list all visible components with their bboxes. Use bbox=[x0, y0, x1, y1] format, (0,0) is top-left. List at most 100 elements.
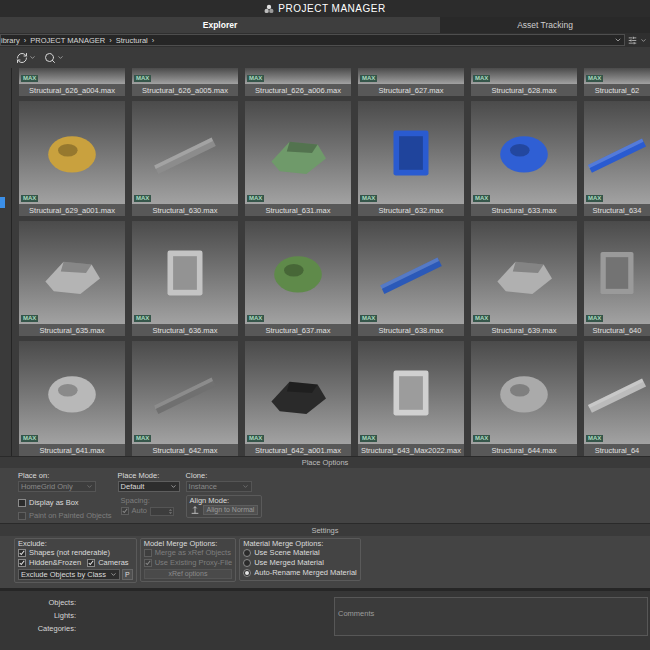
asset-card[interactable]: MAXStructural_640 bbox=[584, 221, 650, 336]
checkbox-label: Hidden&Frozen bbox=[29, 558, 81, 568]
asset-card[interactable]: MAXStructural_62 bbox=[584, 68, 650, 96]
tab[interactable]: Asset Tracking bbox=[440, 17, 650, 33]
asset-thumbnail: MAX bbox=[584, 101, 650, 204]
asset-card[interactable]: MAXStructural_627.max bbox=[358, 68, 464, 96]
checkbox-box[interactable] bbox=[144, 549, 152, 557]
exclude-checkbox[interactable]: Shapes (not renderable) bbox=[18, 548, 133, 558]
asset-name: Structural_644.max bbox=[471, 444, 577, 456]
asset-card[interactable]: MAXStructural_643_Max2022.max bbox=[358, 341, 464, 456]
refresh-button[interactable] bbox=[16, 52, 36, 64]
settings-panel: Exclude:Shapes (not renderable)Hidden&Fr… bbox=[0, 536, 650, 588]
asset-card[interactable]: MAXStructural_628.max bbox=[471, 68, 577, 96]
asset-card[interactable]: MAXStructural_626_a005.max bbox=[132, 68, 238, 96]
asset-thumbnail: MAX bbox=[245, 101, 351, 204]
format-badge: MAX bbox=[473, 435, 490, 442]
comments-box[interactable]: Comments bbox=[334, 597, 648, 636]
chevron-down-icon[interactable] bbox=[640, 37, 647, 44]
model-merge-checkbox[interactable]: Use Existing Proxy-File bbox=[144, 558, 233, 568]
asset-card[interactable]: MAXStructural_635.max bbox=[19, 221, 125, 336]
xref-options-button[interactable]: xRef options bbox=[144, 569, 233, 579]
model-thumbnail-icon bbox=[146, 238, 224, 308]
asset-card[interactable]: MAXStructural_641.max bbox=[19, 341, 125, 456]
spacing-auto-checkbox[interactable]: Auto bbox=[121, 506, 147, 516]
asset-card[interactable]: MAXStructural_629_a001.max bbox=[19, 101, 125, 216]
checkbox-box[interactable] bbox=[18, 549, 26, 557]
spacing-label: Spacing: bbox=[118, 496, 180, 505]
asset-thumbnail: MAX bbox=[584, 68, 650, 84]
paint-on-painted-checkbox[interactable]: Paint on Painted Objects bbox=[18, 511, 112, 521]
exclude-group: Exclude:Shapes (not renderable)Hidden&Fr… bbox=[14, 538, 137, 583]
radio-label: Use Scene Material bbox=[254, 548, 319, 558]
breadcrumb-item[interactable]: Structural bbox=[116, 36, 148, 45]
asset-card[interactable]: MAXStructural_626_a006.max bbox=[245, 68, 351, 96]
display-as-box-checkbox[interactable]: Display as Box bbox=[18, 498, 112, 508]
model-thumbnail-icon bbox=[485, 118, 563, 188]
asset-name: Structural_638.max bbox=[358, 324, 464, 336]
search-button[interactable] bbox=[44, 52, 64, 64]
breadcrumb-item[interactable]: PROJECT MANAGER bbox=[30, 36, 105, 45]
radio-circle[interactable] bbox=[243, 549, 251, 557]
info-field-label: Categories: bbox=[38, 624, 76, 633]
asset-card[interactable]: MAXStructural_631.max bbox=[245, 101, 351, 216]
model-merge-label: Model Merge Options: bbox=[144, 539, 233, 548]
app-logo-icon bbox=[264, 4, 274, 14]
radio-circle[interactable] bbox=[243, 569, 251, 577]
asset-card[interactable]: MAXStructural_634 bbox=[584, 101, 650, 216]
sidebar bbox=[0, 68, 12, 456]
radio-label: Auto-Rename Merged Material bbox=[254, 568, 357, 578]
spacing-spinner[interactable] bbox=[150, 507, 174, 516]
material-merge-label: Material Merge Options: bbox=[243, 539, 357, 548]
dropdown[interactable]: Instance bbox=[186, 481, 252, 492]
asset-card[interactable]: MAXStructural_642_a001.max bbox=[245, 341, 351, 456]
asset-card[interactable]: MAX Structural_644.max bbox=[471, 341, 577, 456]
asset-card[interactable]: MAXStructural_639.max bbox=[471, 221, 577, 336]
exclude-checkbox[interactable]: Cameras bbox=[87, 558, 128, 568]
sidebar-selection-marker[interactable] bbox=[0, 197, 5, 208]
asset-thumbnail: MAX bbox=[132, 221, 238, 324]
checkbox-box[interactable] bbox=[121, 507, 129, 515]
model-thumbnail-icon bbox=[146, 118, 224, 188]
checkbox-label: Merge as xRef Objects bbox=[155, 548, 231, 558]
asset-card[interactable]: MAXStructural_64 bbox=[584, 341, 650, 456]
breadcrumb-field[interactable]: ibrary›PROJECT MANAGER›Structural› bbox=[0, 34, 625, 46]
pick-button[interactable]: P bbox=[122, 569, 133, 580]
asset-card[interactable]: MAXStructural_638.max bbox=[358, 221, 464, 336]
radio-option[interactable]: Use Scene Material bbox=[243, 548, 357, 558]
refresh-icon bbox=[16, 52, 28, 64]
radio-option[interactable]: Use Merged Material bbox=[243, 558, 357, 568]
chevron-down-icon bbox=[57, 54, 64, 61]
checkbox-box[interactable] bbox=[18, 499, 26, 507]
asset-card[interactable]: MAXStructural_637.max bbox=[245, 221, 351, 336]
tab[interactable]: Explorer bbox=[0, 17, 440, 33]
breadcrumb-item[interactable]: ibrary bbox=[1, 36, 20, 45]
asset-card[interactable]: MAXStructural_633.max bbox=[471, 101, 577, 216]
checkbox-box[interactable] bbox=[87, 559, 95, 567]
checkbox-box[interactable] bbox=[144, 559, 152, 567]
dropdown[interactable]: HomeGrid Only bbox=[18, 481, 96, 492]
radio-circle[interactable] bbox=[243, 559, 251, 567]
radio-option[interactable]: Auto-Rename Merged Material bbox=[243, 568, 357, 578]
align-to-normal-button[interactable]: Align to Normal bbox=[203, 505, 259, 515]
model-merge-checkbox[interactable]: Merge as xRef Objects bbox=[144, 548, 233, 558]
asset-thumbnail: MAX bbox=[584, 221, 650, 324]
asset-card[interactable]: MAXStructural_636.max bbox=[132, 221, 238, 336]
material-merge-group: Material Merge Options:Use Scene Materia… bbox=[239, 538, 361, 581]
checkbox-box[interactable] bbox=[18, 512, 26, 520]
asset-card[interactable]: MAXStructural_630.max bbox=[132, 101, 238, 216]
checkbox-box[interactable] bbox=[18, 559, 26, 567]
exclude-checkbox[interactable]: Hidden&Frozen bbox=[18, 558, 81, 568]
search-icon bbox=[44, 52, 56, 64]
asset-card[interactable]: MAXStructural_642.max bbox=[132, 341, 238, 456]
dropdown[interactable]: Default bbox=[118, 481, 180, 492]
view-options-icon[interactable] bbox=[628, 36, 637, 45]
format-badge: MAX bbox=[134, 315, 151, 322]
asset-name: Structural_635.max bbox=[19, 324, 125, 336]
chevron-down-icon[interactable] bbox=[614, 36, 622, 44]
asset-name: Structural_626_a005.max bbox=[132, 84, 238, 96]
asset-card[interactable]: MAXStructural_626_a004.max bbox=[19, 68, 125, 96]
format-badge: MAX bbox=[360, 195, 377, 202]
asset-thumbnail: MAX bbox=[358, 101, 464, 204]
dropdown-value: Default bbox=[121, 482, 145, 491]
asset-card[interactable]: MAXStructural_632.max bbox=[358, 101, 464, 216]
dropdown[interactable]: Exclude Objects by Class bbox=[18, 569, 120, 580]
